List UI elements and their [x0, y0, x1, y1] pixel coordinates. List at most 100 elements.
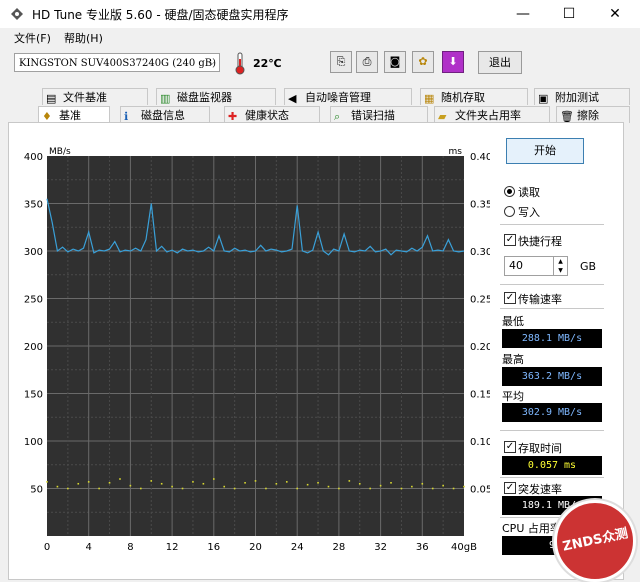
benchmark-chart: 400350300250200150100500.400.350.300.250…: [24, 147, 490, 553]
access-time-point: [254, 480, 257, 482]
access-time-checkbox[interactable]: ✓: [504, 441, 516, 453]
copy-image-button[interactable]: ⎙: [356, 51, 378, 73]
y-axis-unit: MB/s: [49, 147, 71, 157]
burst-rate-label: 突发速率: [518, 483, 562, 496]
tools-icon: ✿: [418, 55, 428, 68]
x-tick-label: 40gB: [451, 542, 477, 553]
bar-chart-icon: ▥: [160, 92, 171, 105]
access-time-point: [285, 481, 288, 483]
spin-down-icon[interactable]: ▼: [554, 266, 567, 275]
y-tick-label: 400: [24, 152, 43, 163]
tab-noise-management[interactable]: ◀ 自动噪音管理: [284, 88, 412, 105]
access-time-point: [463, 485, 465, 488]
x-tick-label: 36: [416, 542, 429, 553]
copy-text-button[interactable]: ⎘: [330, 51, 352, 73]
spin-up-icon[interactable]: ▲: [554, 257, 567, 266]
short-stroke-input[interactable]: 40 ▲ ▼: [504, 256, 568, 276]
access-time-point: [171, 485, 173, 488]
access-time-point: [244, 482, 246, 484]
app-icon: [11, 8, 23, 20]
access-time-point: [390, 482, 392, 484]
access-time-label: 存取时间: [518, 442, 562, 455]
access-time-point: [46, 481, 48, 483]
y-tick-label: 100: [24, 437, 43, 448]
tab-erase[interactable]: 🗑 擦除: [556, 106, 630, 123]
menu-help[interactable]: 帮助(H): [64, 30, 103, 46]
transfer-rate-checkbox[interactable]: ✓: [504, 292, 516, 304]
cpu-label: CPU 占用率: [502, 522, 561, 535]
tab-disk-monitor[interactable]: ▥ 磁盘监视器: [156, 88, 276, 105]
y-tick-label: 50: [30, 485, 43, 496]
max-label: 最高: [502, 353, 524, 366]
chevron-down-icon: ⌵: [208, 58, 215, 68]
divider: [500, 224, 604, 225]
download-arrow-icon: ⬇: [448, 55, 458, 68]
x-tick-label: 0: [44, 542, 50, 553]
save-button[interactable]: ⬇: [442, 51, 464, 73]
tab-extra-tests[interactable]: ▣ 附加测试: [534, 88, 630, 105]
tab-error-scan[interactable]: ⌕ 错误扫描: [330, 106, 428, 123]
y-tick-label: 250: [24, 295, 43, 306]
access-time-point: [181, 487, 184, 490]
access-time-point: [338, 487, 340, 490]
short-stroke-label: 快捷行程: [518, 235, 562, 248]
options-button[interactable]: ✿: [412, 51, 434, 73]
x-tick-label: 32: [374, 542, 387, 553]
y-tick-label: 350: [24, 200, 43, 211]
divider: [500, 308, 604, 309]
read-radio[interactable]: [504, 186, 515, 197]
drive-select-value: KINGSTON SUV400S37240G (240 gB): [19, 58, 217, 69]
access-time-point: [67, 487, 69, 490]
y2-tick-label: 0.25: [470, 295, 490, 306]
divider: [500, 430, 604, 431]
access-time-point: [275, 482, 278, 485]
x-tick-label: 12: [166, 542, 179, 553]
access-time-point: [379, 484, 382, 487]
access-time-value: 0.057 ms: [502, 456, 602, 475]
tab-disk-info[interactable]: ℹ 磁盘信息: [120, 106, 210, 123]
access-time-point: [87, 481, 90, 483]
x-tick-label: 8: [127, 542, 133, 553]
tab-benchmark[interactable]: ♦ 基准: [38, 106, 110, 123]
access-time-point: [192, 481, 194, 483]
close-button[interactable]: ✕: [592, 0, 638, 28]
burst-rate-checkbox[interactable]: ✓: [504, 482, 516, 494]
y2-tick-label: 0.40: [470, 152, 490, 163]
max-value: 363.2 MB/s: [502, 367, 602, 386]
y2-tick-label: 0.30: [470, 247, 490, 258]
access-time-point: [150, 480, 153, 482]
access-time-point: [56, 485, 59, 488]
access-time-point: [317, 482, 319, 484]
menu-bar: 文件(F) 帮助(H): [0, 28, 640, 46]
minimize-button[interactable]: —: [500, 0, 546, 28]
menu-file[interactable]: 文件(F): [14, 30, 51, 46]
short-stroke-checkbox[interactable]: ✓: [504, 234, 516, 246]
screenshot-button[interactable]: ◙: [384, 51, 406, 73]
read-label: 读取: [518, 186, 540, 199]
access-time-point: [348, 480, 351, 482]
file-benchmark-icon: ▤: [46, 92, 57, 105]
tab-file-benchmark[interactable]: ▤ 文件基准: [42, 88, 148, 105]
avg-value: 302.9 MB/s: [502, 403, 602, 422]
x-tick-label: 4: [86, 542, 92, 553]
extra-tests-icon: ▣: [538, 92, 549, 105]
tab-random-access[interactable]: ▦ 随机存取: [420, 88, 528, 105]
maximize-button[interactable]: ☐: [546, 0, 592, 28]
watermark-text: ZNDS众测: [561, 526, 630, 555]
y-tick-label: 300: [24, 247, 43, 258]
access-time-point: [119, 478, 121, 480]
x-tick-label: 24: [291, 542, 304, 553]
access-time-point: [77, 482, 80, 485]
spinner-buttons[interactable]: ▲ ▼: [553, 257, 567, 275]
write-radio[interactable]: [504, 206, 515, 217]
copy-icon: ⎘: [336, 55, 346, 68]
start-button[interactable]: 开始: [506, 138, 584, 164]
divider: [500, 284, 604, 285]
thermometer-icon: [235, 52, 245, 75]
camera-icon: ◙: [389, 55, 401, 68]
drive-select[interactable]: KINGSTON SUV400S37240G (240 gB) ⌵: [14, 53, 220, 72]
exit-button[interactable]: 退出: [478, 51, 522, 74]
tab-health[interactable]: ✚ 健康状态: [224, 106, 320, 123]
y2-tick-label: 0.05: [470, 485, 490, 496]
tab-folder-usage[interactable]: ▰ 文件夹占用率: [434, 106, 550, 123]
